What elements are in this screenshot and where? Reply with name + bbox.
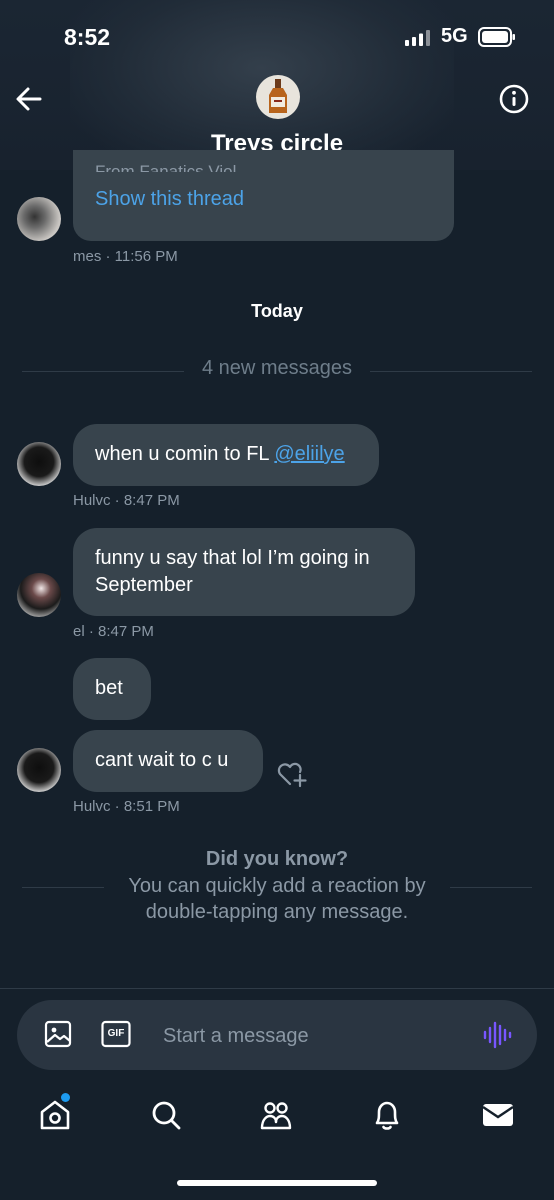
status-time: 8:52 <box>64 24 111 50</box>
avatar[interactable] <box>17 442 61 486</box>
message-bubble[interactable]: when u comin to FL @eliilye <box>73 424 379 486</box>
message-text: when u comin to FL <box>95 443 275 465</box>
avatar[interactable] <box>17 197 61 241</box>
search-icon[interactable] <box>149 1098 183 1132</box>
bell-icon[interactable] <box>370 1098 404 1132</box>
home-icon[interactable] <box>38 1098 72 1132</box>
add-reaction-icon[interactable] <box>276 760 308 788</box>
message-meta: el · 8:47 PM <box>73 623 154 640</box>
info-icon[interactable] <box>498 83 530 115</box>
mail-icon[interactable] <box>481 1098 515 1132</box>
communities-icon[interactable] <box>259 1098 293 1132</box>
network-type: 5G <box>441 25 468 47</box>
message-bubble[interactable]: bet <box>73 658 151 720</box>
group-avatar[interactable] <box>256 75 300 119</box>
message-meta: mes · 11:56 PM <box>73 248 178 265</box>
composer-divider <box>0 988 554 989</box>
message-meta: Hulvc · 8:47 PM <box>73 492 180 509</box>
voice-icon[interactable] <box>482 1020 512 1050</box>
tip-body: You can quickly add a reaction by double… <box>0 873 554 925</box>
divider-line <box>370 371 532 372</box>
message-bubble[interactable]: funny u say that lol I’m going in Septem… <box>73 528 415 616</box>
thread-preview-cut-text: From Fanatics Viol. <box>95 162 242 172</box>
message-text: cant wait to c u <box>95 749 229 771</box>
day-separator: Today <box>251 301 303 321</box>
message-text: September <box>95 574 193 596</box>
battery-icon <box>478 27 515 47</box>
avatar[interactable] <box>17 573 61 617</box>
tip-line: You can quickly add a reaction by <box>128 875 426 897</box>
mention-link[interactable]: @eliilye <box>274 443 344 465</box>
avatar[interactable] <box>17 748 61 792</box>
image-icon[interactable] <box>44 1020 72 1048</box>
show-thread-link[interactable]: Show this thread <box>95 188 244 211</box>
message-input[interactable] <box>163 1022 443 1050</box>
home-indicator <box>177 1180 377 1186</box>
message-meta: Hulvc · 8:51 PM <box>73 798 180 815</box>
tip-title: Did you know? <box>205 848 349 870</box>
message-text: bet <box>95 677 123 699</box>
bottle-image <box>269 79 287 113</box>
message-bubble[interactable]: cant wait to c u <box>73 730 263 792</box>
new-messages-label: 4 new messages <box>201 357 353 379</box>
tip-line: double-tapping any message. <box>145 901 409 923</box>
message-text: funny u say that lol I’m going in <box>95 547 370 569</box>
signal-icon <box>405 30 430 46</box>
back-arrow-icon[interactable] <box>14 84 44 114</box>
gif-button[interactable]: GIF <box>101 1020 131 1048</box>
gif-label: GIF <box>107 1028 125 1039</box>
notification-dot <box>61 1093 70 1102</box>
